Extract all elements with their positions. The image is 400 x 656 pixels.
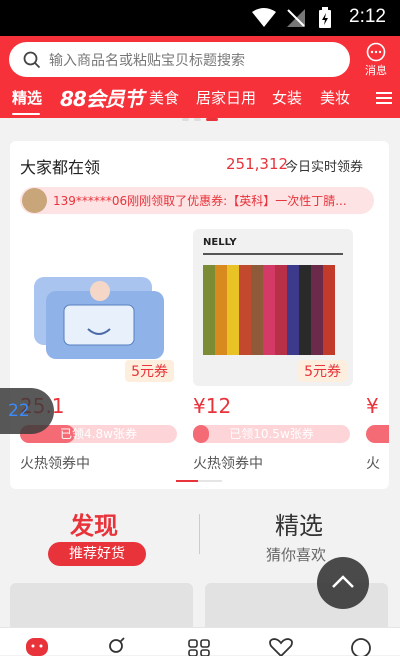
card-title: 大家都在领	[20, 158, 101, 177]
ticker-text: 139******06刚刚领取了优惠券:【英科】一次性丁腈...	[53, 194, 347, 208]
scroll-thumb	[176, 480, 198, 482]
product-image-wipes: 5元券	[20, 229, 180, 386]
product-price: ¥	[366, 394, 379, 418]
message-icon	[366, 42, 386, 62]
bottom-nav	[0, 627, 400, 656]
svg-text:NELLY: NELLY	[203, 237, 237, 248]
claimed-progress-fill	[193, 425, 209, 443]
coupon-tag: 5元券	[298, 360, 347, 382]
carousel-dot[interactable]	[182, 118, 189, 121]
heart-icon[interactable]	[268, 634, 294, 656]
claim-ticker[interactable]: 139******06刚刚领取了优惠券:【英科】一次性丁腈...	[20, 187, 374, 214]
trending-coupons-card: 大家都在领 251,312 今日实时领券 139******06刚刚领取了优惠券…	[10, 141, 389, 489]
menu-icon[interactable]	[376, 90, 392, 106]
product-card[interactable]: ¥ 火	[366, 229, 389, 474]
tab-womens-clothing[interactable]: 女装	[272, 87, 302, 108]
realtime-count-label: 今日实时领券	[285, 160, 364, 175]
avatar	[22, 188, 47, 213]
tab-underline	[12, 113, 40, 115]
featured-title[interactable]: 精选	[275, 506, 323, 541]
product-card[interactable]: NELLY 5元券 ¥12 已领10.5w张券 火热领券中	[193, 229, 353, 474]
wifi-icon	[252, 8, 276, 27]
product-card[interactable]: 5元券 25.1 已领4.8w张券 火热领券中	[20, 229, 180, 474]
claimed-label: 已领10.5w张券	[229, 427, 314, 441]
tab-home-daily[interactable]: 居家日用	[196, 87, 256, 108]
search-input[interactable]: 输入商品名或粘贴宝贝标题搜索	[49, 50, 245, 70]
category-icon[interactable]	[106, 634, 132, 656]
discover-title[interactable]: 发现	[70, 506, 118, 541]
back-to-top-button[interactable]	[317, 557, 369, 609]
horizontal-scroll-indicator	[176, 480, 222, 482]
profile-icon[interactable]	[348, 634, 374, 656]
tab-88-member-festival[interactable]: 88会员节	[60, 83, 144, 112]
home-icon[interactable]	[24, 634, 50, 656]
back-to-top-icon	[332, 575, 354, 588]
tab-beauty[interactable]: 美妆	[320, 87, 350, 108]
claimed-progress: 已领10.5w张券	[193, 425, 350, 443]
product-price: ¥12	[193, 394, 232, 418]
product-image-tshirts: NELLY 5元券	[193, 229, 353, 386]
message-button[interactable]: 消息	[358, 40, 394, 80]
hot-status: 火热领券中	[193, 456, 263, 472]
recommend-button[interactable]: 推荐好货	[48, 542, 146, 566]
claimed-progress	[366, 425, 389, 443]
no-signal-icon	[287, 9, 305, 27]
header: 输入商品名或粘贴宝贝标题搜索 消息 精选 88会员节 美食 居家日用 女装 美妆	[0, 36, 400, 118]
battery-icon	[319, 7, 331, 28]
status-bar: 2:12	[0, 0, 400, 36]
tab-featured[interactable]: 精选	[12, 87, 42, 108]
clock: 2:12	[349, 6, 386, 27]
carousel-dot[interactable]	[194, 118, 201, 121]
feed-tile[interactable]	[10, 583, 193, 633]
divider	[199, 514, 200, 554]
floating-badge[interactable]: 22	[0, 388, 54, 434]
search-icon	[23, 51, 41, 69]
carousel-dots	[0, 118, 400, 128]
grid-icon[interactable]	[187, 634, 213, 656]
hot-status: 火热领券中	[20, 456, 90, 472]
search-bar[interactable]: 输入商品名或粘贴宝贝标题搜索	[9, 42, 350, 77]
hot-status: 火	[366, 456, 380, 472]
category-tabs: 精选 88会员节 美食 居家日用 女装 美妆	[0, 82, 400, 118]
carousel-dot-active[interactable]	[206, 118, 218, 121]
claimed-label: 已领4.8w张券	[60, 427, 137, 441]
tab-food[interactable]: 美食	[149, 87, 179, 108]
coupon-tag: 5元券	[125, 360, 174, 382]
realtime-count: 251,312	[226, 155, 289, 173]
message-label: 消息	[365, 64, 387, 77]
